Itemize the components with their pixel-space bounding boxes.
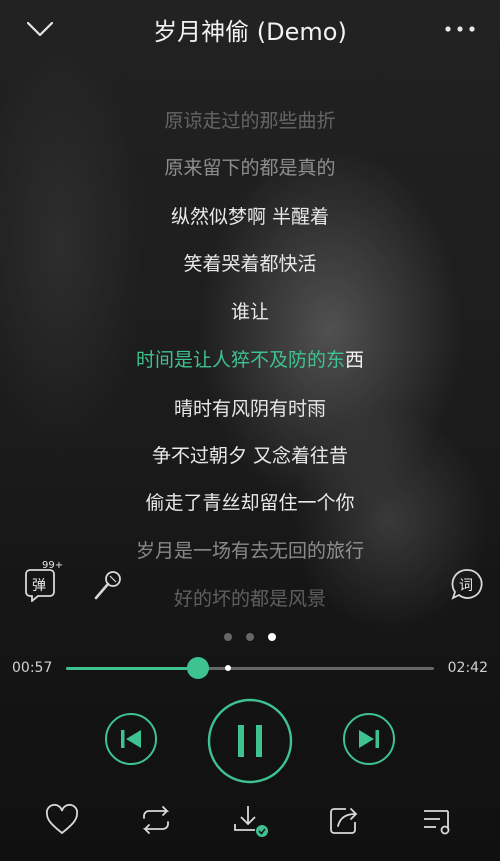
lyric-line: 谁让: [230, 301, 269, 323]
lyric-settings-label: 词: [459, 578, 473, 594]
elapsed-time: 00:57: [12, 660, 53, 676]
lyrics-panel[interactable]: 原谅走过的那些曲折 原来留下的都是真的 纵然似梦啊 半醒着 笑着哭着都快活 谁让…: [0, 52, 500, 642]
lyric-line: 好的坏的都是风景: [173, 588, 326, 610]
lyric-line: 晴时有风阴有时雨: [173, 398, 326, 420]
seek-bar[interactable]: [66, 657, 434, 679]
song-title: 岁月神偷 (Demo): [153, 18, 347, 46]
header: 岁月神偷 (Demo): [0, 0, 500, 60]
current-lyric-sung: 时间是让人猝不及防的东: [135, 349, 345, 371]
lyric-line: 纵然似梦啊 半醒着: [170, 206, 330, 228]
heart-icon[interactable]: [42, 800, 82, 840]
chevron-down-icon[interactable]: [22, 14, 58, 44]
danmaku-button[interactable]: 弹 99+: [24, 560, 63, 603]
skip-previous-button[interactable]: [104, 712, 158, 766]
share-icon[interactable]: [324, 800, 364, 840]
lyric-line: 原来留下的都是真的: [164, 157, 336, 179]
current-lyric-line: 时间是让人猝不及防的东西: [0, 345, 500, 372]
skip-next-button[interactable]: [342, 712, 396, 766]
lyric-line: 偷走了青丝却留住一个你: [145, 492, 355, 514]
seek-bar-buffer-marker: [224, 665, 231, 671]
pause-button[interactable]: [207, 698, 293, 784]
lyric-line: 岁月是一场有去无回的旅行: [135, 540, 364, 562]
pause-icon: [207, 698, 293, 784]
skip-previous-icon: [105, 713, 157, 765]
repeat-icon[interactable]: [136, 800, 176, 840]
page-dot[interactable]: [246, 633, 254, 641]
download-done-icon[interactable]: [230, 800, 270, 840]
danmaku-count-badge: 99+: [42, 560, 64, 571]
total-duration: 02:42: [447, 660, 488, 676]
danmaku-label: 弹: [32, 578, 46, 594]
lyric-line: 争不过朝夕 又念着往昔: [151, 445, 349, 467]
lyric-line: 笑着哭着都快活: [183, 253, 317, 275]
seek-bar-progress: [66, 667, 199, 670]
microphone-icon[interactable]: [90, 568, 126, 604]
page-indicator: [0, 626, 500, 645]
skip-next-icon: [343, 713, 395, 765]
current-lyric-rest: 西: [345, 349, 365, 371]
page-dot[interactable]: [224, 633, 232, 641]
page-dot-active[interactable]: [268, 633, 276, 641]
lyric-line: 原谅走过的那些曲折: [164, 110, 336, 132]
more-dots-icon[interactable]: [440, 16, 480, 42]
lyric-settings-button[interactable]: 词: [449, 566, 485, 602]
playlist-icon[interactable]: [418, 800, 458, 840]
